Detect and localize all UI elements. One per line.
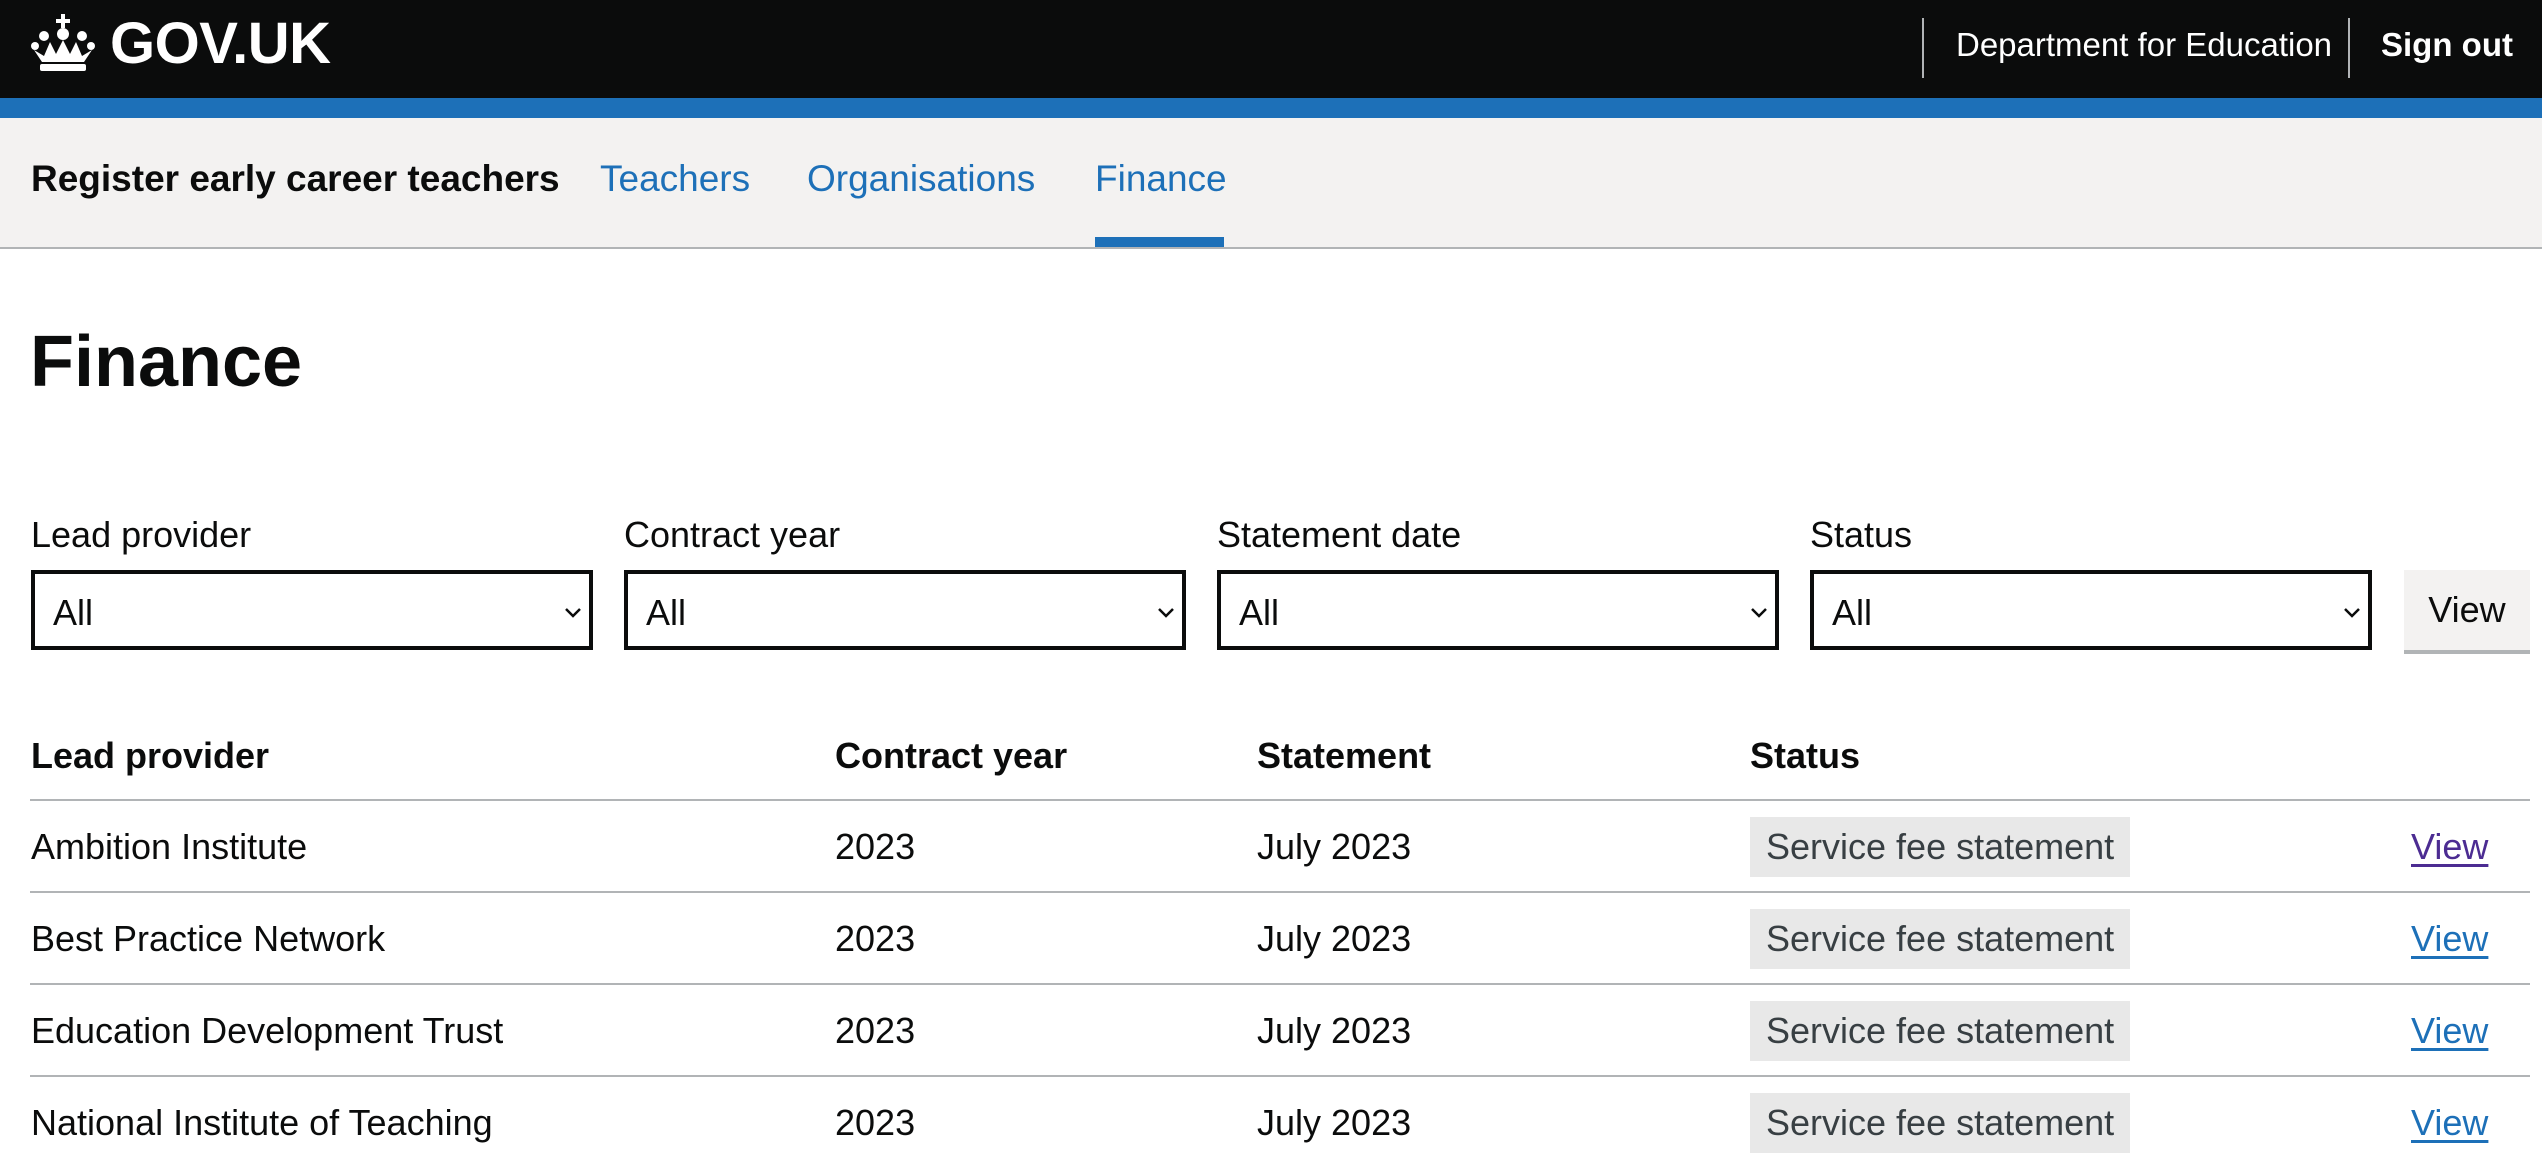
chevron-down-icon	[1158, 608, 1174, 618]
contract-year-select[interactable]: All	[624, 570, 1186, 650]
table-divider	[30, 891, 2530, 893]
page-title: Finance	[30, 322, 303, 402]
view-statement-link[interactable]: View	[2411, 1102, 2488, 1144]
view-statement-link[interactable]: View	[2411, 1010, 2488, 1052]
contract-year-cell: 2023	[835, 1102, 916, 1143]
select-value: All	[1832, 592, 1873, 633]
statement-cell: July 2023	[1257, 1010, 1412, 1051]
govuk-header: GOV.UK Department for Education Sign out	[0, 0, 2542, 98]
column-header-status: Status	[1750, 735, 1861, 776]
nav-link-finance[interactable]: Finance	[1095, 158, 1227, 200]
chevron-down-icon	[1751, 608, 1767, 618]
view-statement-link[interactable]: View	[2411, 918, 2488, 960]
chevron-down-icon	[565, 608, 581, 618]
select-value: All	[1239, 592, 1280, 633]
filter-label-status: Status	[1810, 514, 1913, 555]
status-tag: Service fee statement	[1750, 817, 2131, 877]
govuk-logo-link[interactable]: GOV.UK	[30, 10, 331, 76]
service-navigation: Register early career teachers Teachers …	[0, 118, 2542, 249]
chevron-down-icon	[2344, 608, 2360, 618]
header-blue-bar	[0, 98, 2542, 118]
filter-label-statement-date: Statement date	[1217, 514, 1462, 555]
header-divider	[1922, 18, 1924, 78]
column-header-contract-year: Contract year	[835, 735, 1068, 776]
statement-cell: July 2023	[1257, 1102, 1412, 1143]
crown-icon	[31, 14, 95, 71]
contract-year-cell: 2023	[835, 1010, 916, 1051]
lead-provider-cell: National Institute of Teaching	[31, 1102, 493, 1143]
contract-year-cell: 2023	[835, 826, 916, 867]
department-name: Department for Education	[1956, 26, 2333, 63]
filter-label-lead-provider: Lead provider	[31, 514, 252, 555]
status-select[interactable]: All	[1810, 570, 2372, 650]
lead-provider-cell: Ambition Institute	[31, 826, 308, 867]
select-value: All	[53, 592, 94, 633]
status-tag: Service fee statement	[1750, 1093, 2131, 1153]
nav-active-indicator	[1095, 237, 1224, 247]
column-header-lead-provider: Lead provider	[31, 735, 270, 776]
filter-view-button[interactable]: View	[2404, 570, 2530, 650]
contract-year-cell: 2023	[835, 918, 916, 959]
table-divider	[30, 983, 2530, 985]
lead-provider-cell: Education Development Trust	[31, 1010, 504, 1051]
service-name[interactable]: Register early career teachers	[31, 158, 560, 200]
logo-text: GOV.UK	[110, 10, 331, 76]
filter-label-contract-year: Contract year	[624, 514, 841, 555]
view-statement-link[interactable]: View	[2411, 826, 2488, 868]
status-tag: Service fee statement	[1750, 909, 2131, 969]
nav-link-teachers[interactable]: Teachers	[600, 158, 750, 200]
lead-provider-select[interactable]: All	[31, 570, 593, 650]
status-tag: Service fee statement	[1750, 1001, 2131, 1061]
sign-out-link[interactable]: Sign out	[2381, 26, 2513, 64]
select-value: All	[646, 592, 687, 633]
statement-cell: July 2023	[1257, 918, 1412, 959]
header-divider	[2348, 18, 2350, 78]
lead-provider-cell: Best Practice Network	[31, 918, 386, 959]
column-header-statement: Statement	[1257, 735, 1432, 776]
statement-cell: July 2023	[1257, 826, 1412, 867]
table-divider	[30, 1075, 2530, 1077]
table-divider	[30, 799, 2530, 801]
nav-link-organisations[interactable]: Organisations	[807, 158, 1035, 200]
statement-date-select[interactable]: All	[1217, 570, 1779, 650]
